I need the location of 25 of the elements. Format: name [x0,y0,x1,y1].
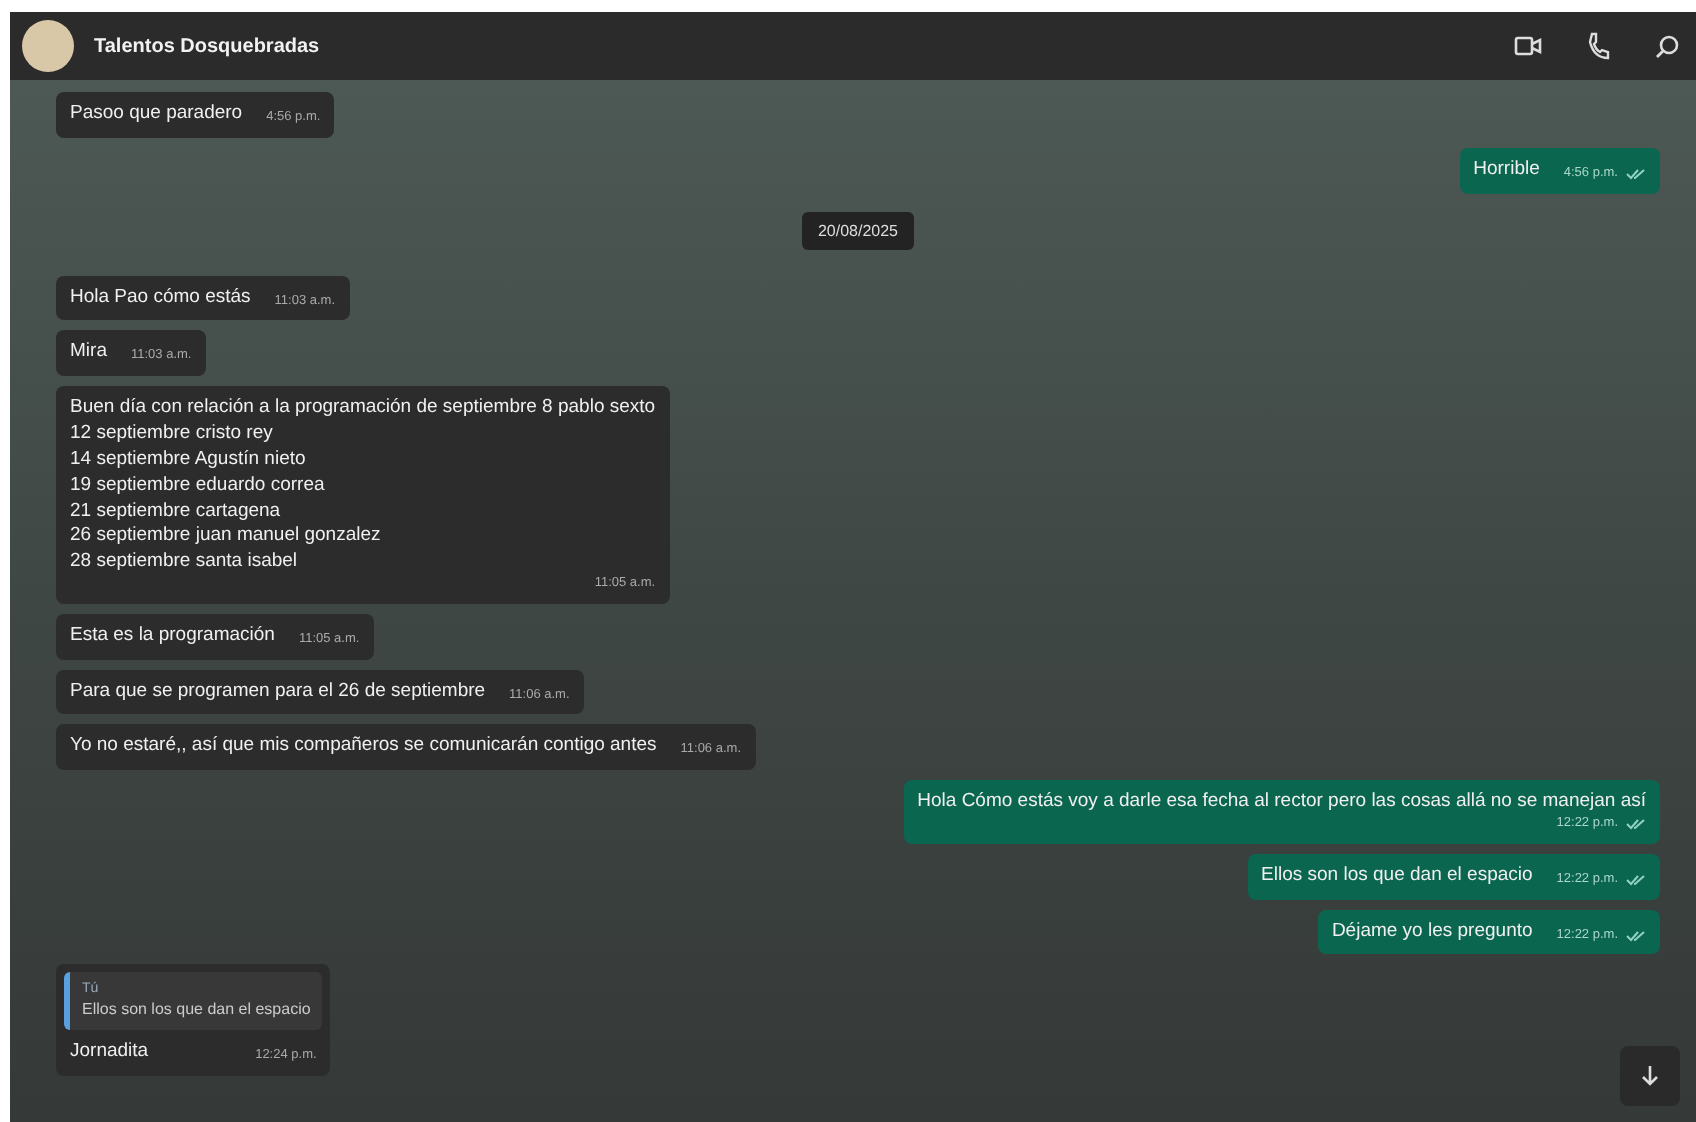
message-text: Jornadita [70,1039,149,1065]
down-arrow-icon [1640,1064,1660,1088]
double-check-icon [1626,818,1646,831]
scroll-down-button[interactable] [1620,1046,1680,1106]
message-text: Pasoo que paradero [70,102,243,128]
message-text: Ellos son los que dan el espacio [1261,863,1533,890]
search-icon[interactable] [1654,33,1680,59]
message-text: Hola Pao cómo estás [70,285,251,311]
message-text: Yo no estaré,, así que mis compañeros se comunicarán contigo antes [70,734,657,761]
date-chip: 20/08/2025 [801,211,915,250]
message-text: Buen día con relación a la programación de septiembre 8 pablo sexto 12 septiembre cristo rey 14 septiembre Agustín nieto 19 septiembre eduardo correa 21 septiembre cartagena 26 septiembre juan manuel gonzalez 28 septiembre santa isabel [70,396,656,576]
avatar-circle[interactable] [22,20,74,72]
message-text: Horrible [1473,157,1540,184]
phone-icon[interactable] [1586,32,1610,60]
message-text: Mira [70,340,107,367]
message-text: Déjame yo les pregunto [1331,919,1533,945]
double-check-icon [1626,874,1646,887]
double-check-icon [1626,168,1646,181]
double-check-icon [1626,929,1646,942]
chat-title: Talentos Dosquebradas [94,35,320,57]
message-text: Para que se programen para el 26 de septiembre [70,679,486,705]
quote-text: Ellos son los que dan el espacio [82,999,311,1022]
message-text: Esta es la programación [70,623,275,650]
message-text: Hola Cómo estás voy a darle esa fecha al rector pero las cosas allá no se manejan así [917,790,1646,816]
video-call-icon[interactable] [1514,34,1542,58]
